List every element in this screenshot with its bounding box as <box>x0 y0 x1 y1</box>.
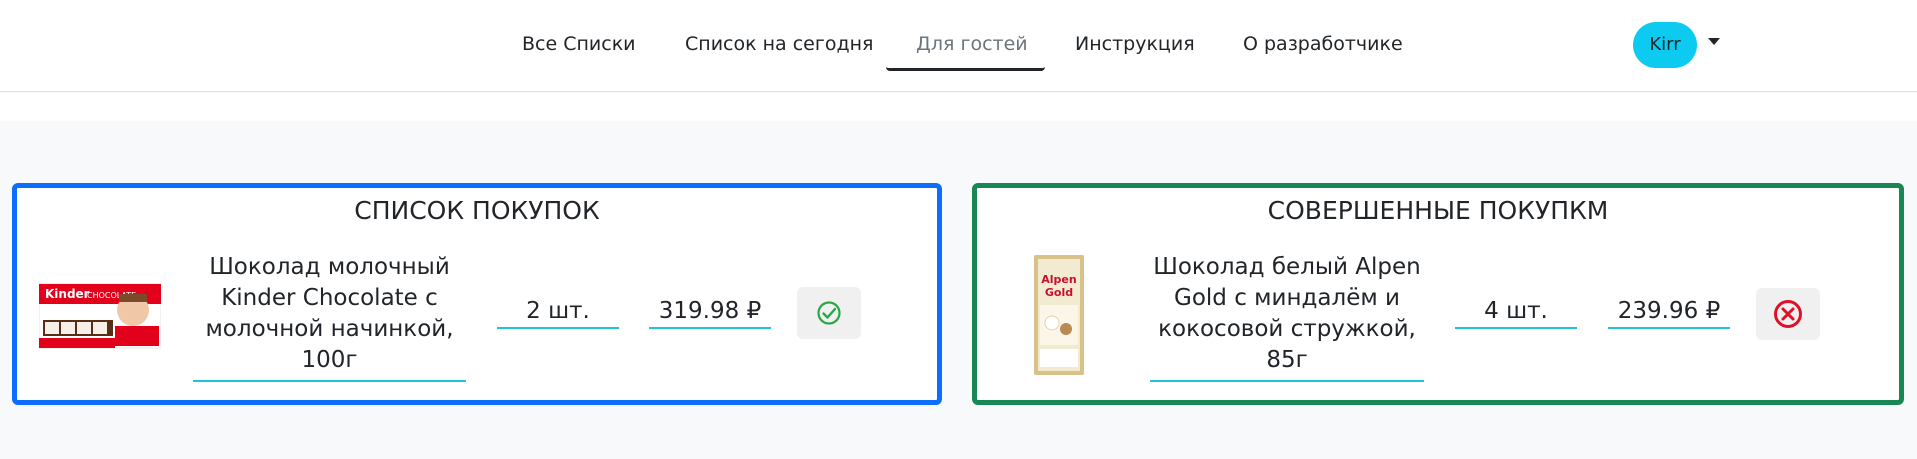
active-nav-indicator <box>886 67 1045 71</box>
check-circle-icon <box>817 301 841 325</box>
mark-purchased-button[interactable] <box>797 287 861 339</box>
nav-link-guests[interactable]: Для гостей <box>916 30 1028 70</box>
panel-title: СПИСОК ПОКУПОК <box>354 196 600 225</box>
item-name: Шоколад белый Alpen Gold с миндалём и ко… <box>1150 252 1424 382</box>
top-navbar: Все Списки Список на сегодня Для гостей … <box>0 0 1917 92</box>
user-menu-caret-icon[interactable] <box>1708 38 1720 45</box>
page-header-spacer <box>0 93 1917 121</box>
item-price[interactable]: 239.96 ₽ <box>1608 296 1730 329</box>
item-quantity[interactable]: 4 шт. <box>1455 296 1577 329</box>
nav-link-about-developer[interactable]: О разработчике <box>1243 30 1403 70</box>
svg-text:Gold: Gold <box>1045 286 1073 299</box>
svg-text:Alpen: Alpen <box>1041 273 1076 286</box>
nav-link-today-list[interactable]: Список на сегодня <box>685 30 873 70</box>
nav-link-all-lists[interactable]: Все Списки <box>522 30 636 70</box>
remove-purchase-button[interactable] <box>1756 288 1820 340</box>
panel-title: СОВЕРШЕННЫЕ ПОКУПКМ <box>1267 196 1609 225</box>
shopping-list-panel: СПИСОК ПОКУПОК Kinder CHOCOLATE Шоколад … <box>12 183 942 405</box>
user-avatar-button[interactable]: Kirr <box>1633 22 1697 68</box>
svg-text:Kinder: Kinder <box>45 287 90 301</box>
item-price[interactable]: 319.98 ₽ <box>649 296 771 329</box>
kinder-chocolate-product-image: Kinder CHOCOLATE <box>38 280 162 352</box>
item-name: Шоколад молочный Kinder Chocolate с моло… <box>193 252 466 382</box>
nav-link-instructions[interactable]: Инструкция <box>1075 30 1195 70</box>
x-circle-icon <box>1774 300 1802 328</box>
completed-purchases-panel: СОВЕРШЕННЫЕ ПОКУПКМ Alpen Gold Шоколад б… <box>972 183 1904 405</box>
item-quantity[interactable]: 2 шт. <box>497 296 619 329</box>
alpen-gold-product-image: Alpen Gold <box>1032 253 1086 377</box>
